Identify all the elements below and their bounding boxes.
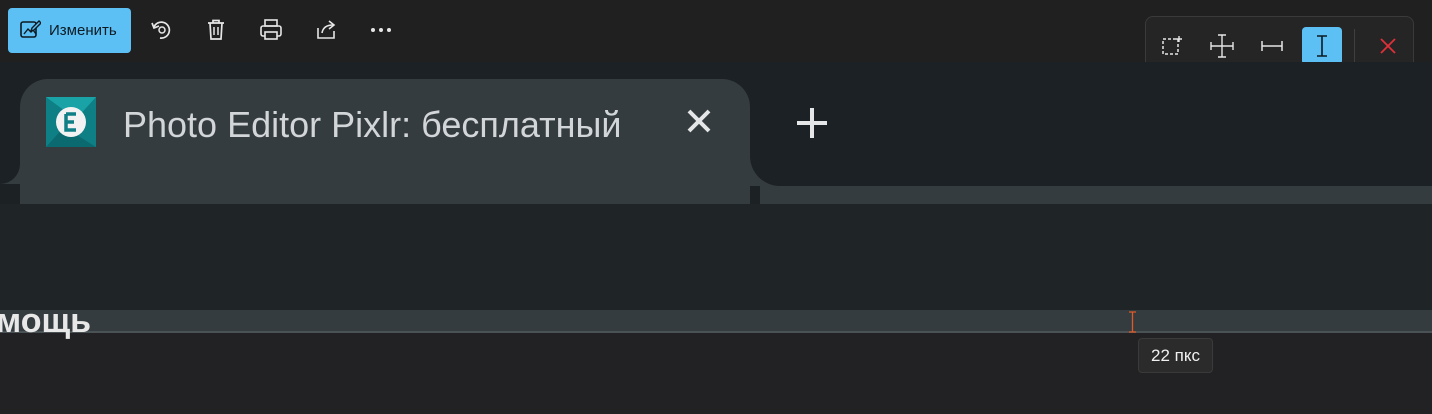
select-area-icon[interactable] — [1152, 27, 1192, 65]
delete-icon[interactable] — [202, 16, 230, 44]
edit-button[interactable]: Изменить — [8, 8, 131, 53]
crosshair-measure-icon[interactable] — [1202, 27, 1242, 65]
browser-tab[interactable]: Photo Editor Pixlr: бесплатный — [20, 79, 750, 209]
tab-title: Photo Editor Pixlr: бесплатный — [123, 104, 622, 145]
share-icon[interactable] — [312, 16, 340, 44]
more-icon[interactable] — [367, 16, 395, 44]
close-icon[interactable] — [1368, 27, 1408, 65]
new-tab-button[interactable] — [792, 105, 832, 145]
pixlr-e-logo — [46, 97, 96, 147]
browser-toolbar-area — [0, 204, 1432, 310]
measurement-readout: 22 пкс — [1138, 338, 1213, 373]
print-icon[interactable] — [257, 16, 285, 44]
tab-strip-base — [760, 186, 1432, 206]
page-heading-fragment: мощь — [0, 302, 92, 340]
tab-edge — [0, 122, 20, 184]
edit-button-label: Изменить — [49, 22, 117, 39]
vertical-measure-icon[interactable] — [1302, 27, 1342, 65]
tab-close-icon[interactable] — [684, 105, 714, 137]
edit-image-icon — [19, 18, 42, 44]
rotate-icon[interactable] — [147, 16, 175, 44]
toolbar-divider — [1354, 29, 1355, 63]
screenshot-content: Photo Editor Pixlr: бесплатный — [0, 62, 1432, 414]
measurement-marker — [1128, 311, 1137, 333]
page-content — [0, 333, 1432, 414]
horizontal-measure-icon[interactable] — [1252, 27, 1292, 65]
tab-title-fade — [620, 99, 660, 149]
bookmarks-strip — [0, 310, 1432, 333]
tab-edge — [750, 152, 780, 186]
plus-icon — [794, 105, 830, 146]
